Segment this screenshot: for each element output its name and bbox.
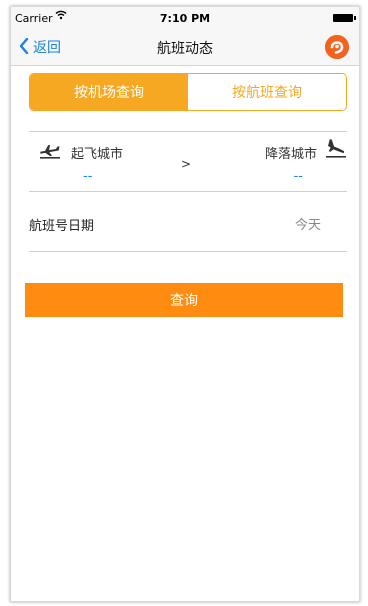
divider	[29, 131, 347, 132]
query-button[interactable]: 查询	[25, 283, 343, 317]
phone-screen: Carrier 7:10 PM 返回 航班动态 按机场查询 按航班查询 起飞城市…	[10, 6, 360, 602]
nav-bar: 返回 航班动态	[11, 29, 359, 66]
date-row[interactable]: 航班号日期 今天	[29, 197, 347, 251]
query-mode-tabs: 按机场查询 按航班查询	[29, 73, 347, 111]
status-bar: Carrier 7:10 PM	[11, 7, 359, 29]
arrival-plane-icon	[325, 139, 347, 158]
divider	[29, 191, 347, 192]
divider	[29, 251, 347, 252]
page-title: 航班动态	[157, 41, 213, 57]
route-row: 起飞城市 -- > 降落城市 --	[29, 135, 347, 187]
route-separator: >	[181, 157, 192, 171]
arrival-city-label[interactable]: 降落城市	[265, 143, 317, 162]
arrival-city-value[interactable]: --	[294, 169, 303, 184]
tab-by-airport[interactable]: 按机场查询	[30, 74, 188, 110]
departure-city-label[interactable]: 起飞城市	[71, 143, 123, 162]
departure-plane-icon	[39, 141, 61, 159]
app-logo-icon	[325, 35, 349, 59]
battery-icon	[333, 14, 356, 22]
date-value[interactable]: 今天	[295, 214, 321, 233]
tab-by-flight[interactable]: 按航班查询	[188, 74, 346, 110]
date-label: 航班号日期	[29, 219, 95, 234]
departure-city-value[interactable]: --	[83, 169, 92, 184]
status-time: 7:10 PM	[159, 12, 211, 25]
screenshot-frame: Carrier 7:10 PM 返回 航班动态 按机场查询 按航班查询 起飞城市…	[0, 0, 368, 606]
